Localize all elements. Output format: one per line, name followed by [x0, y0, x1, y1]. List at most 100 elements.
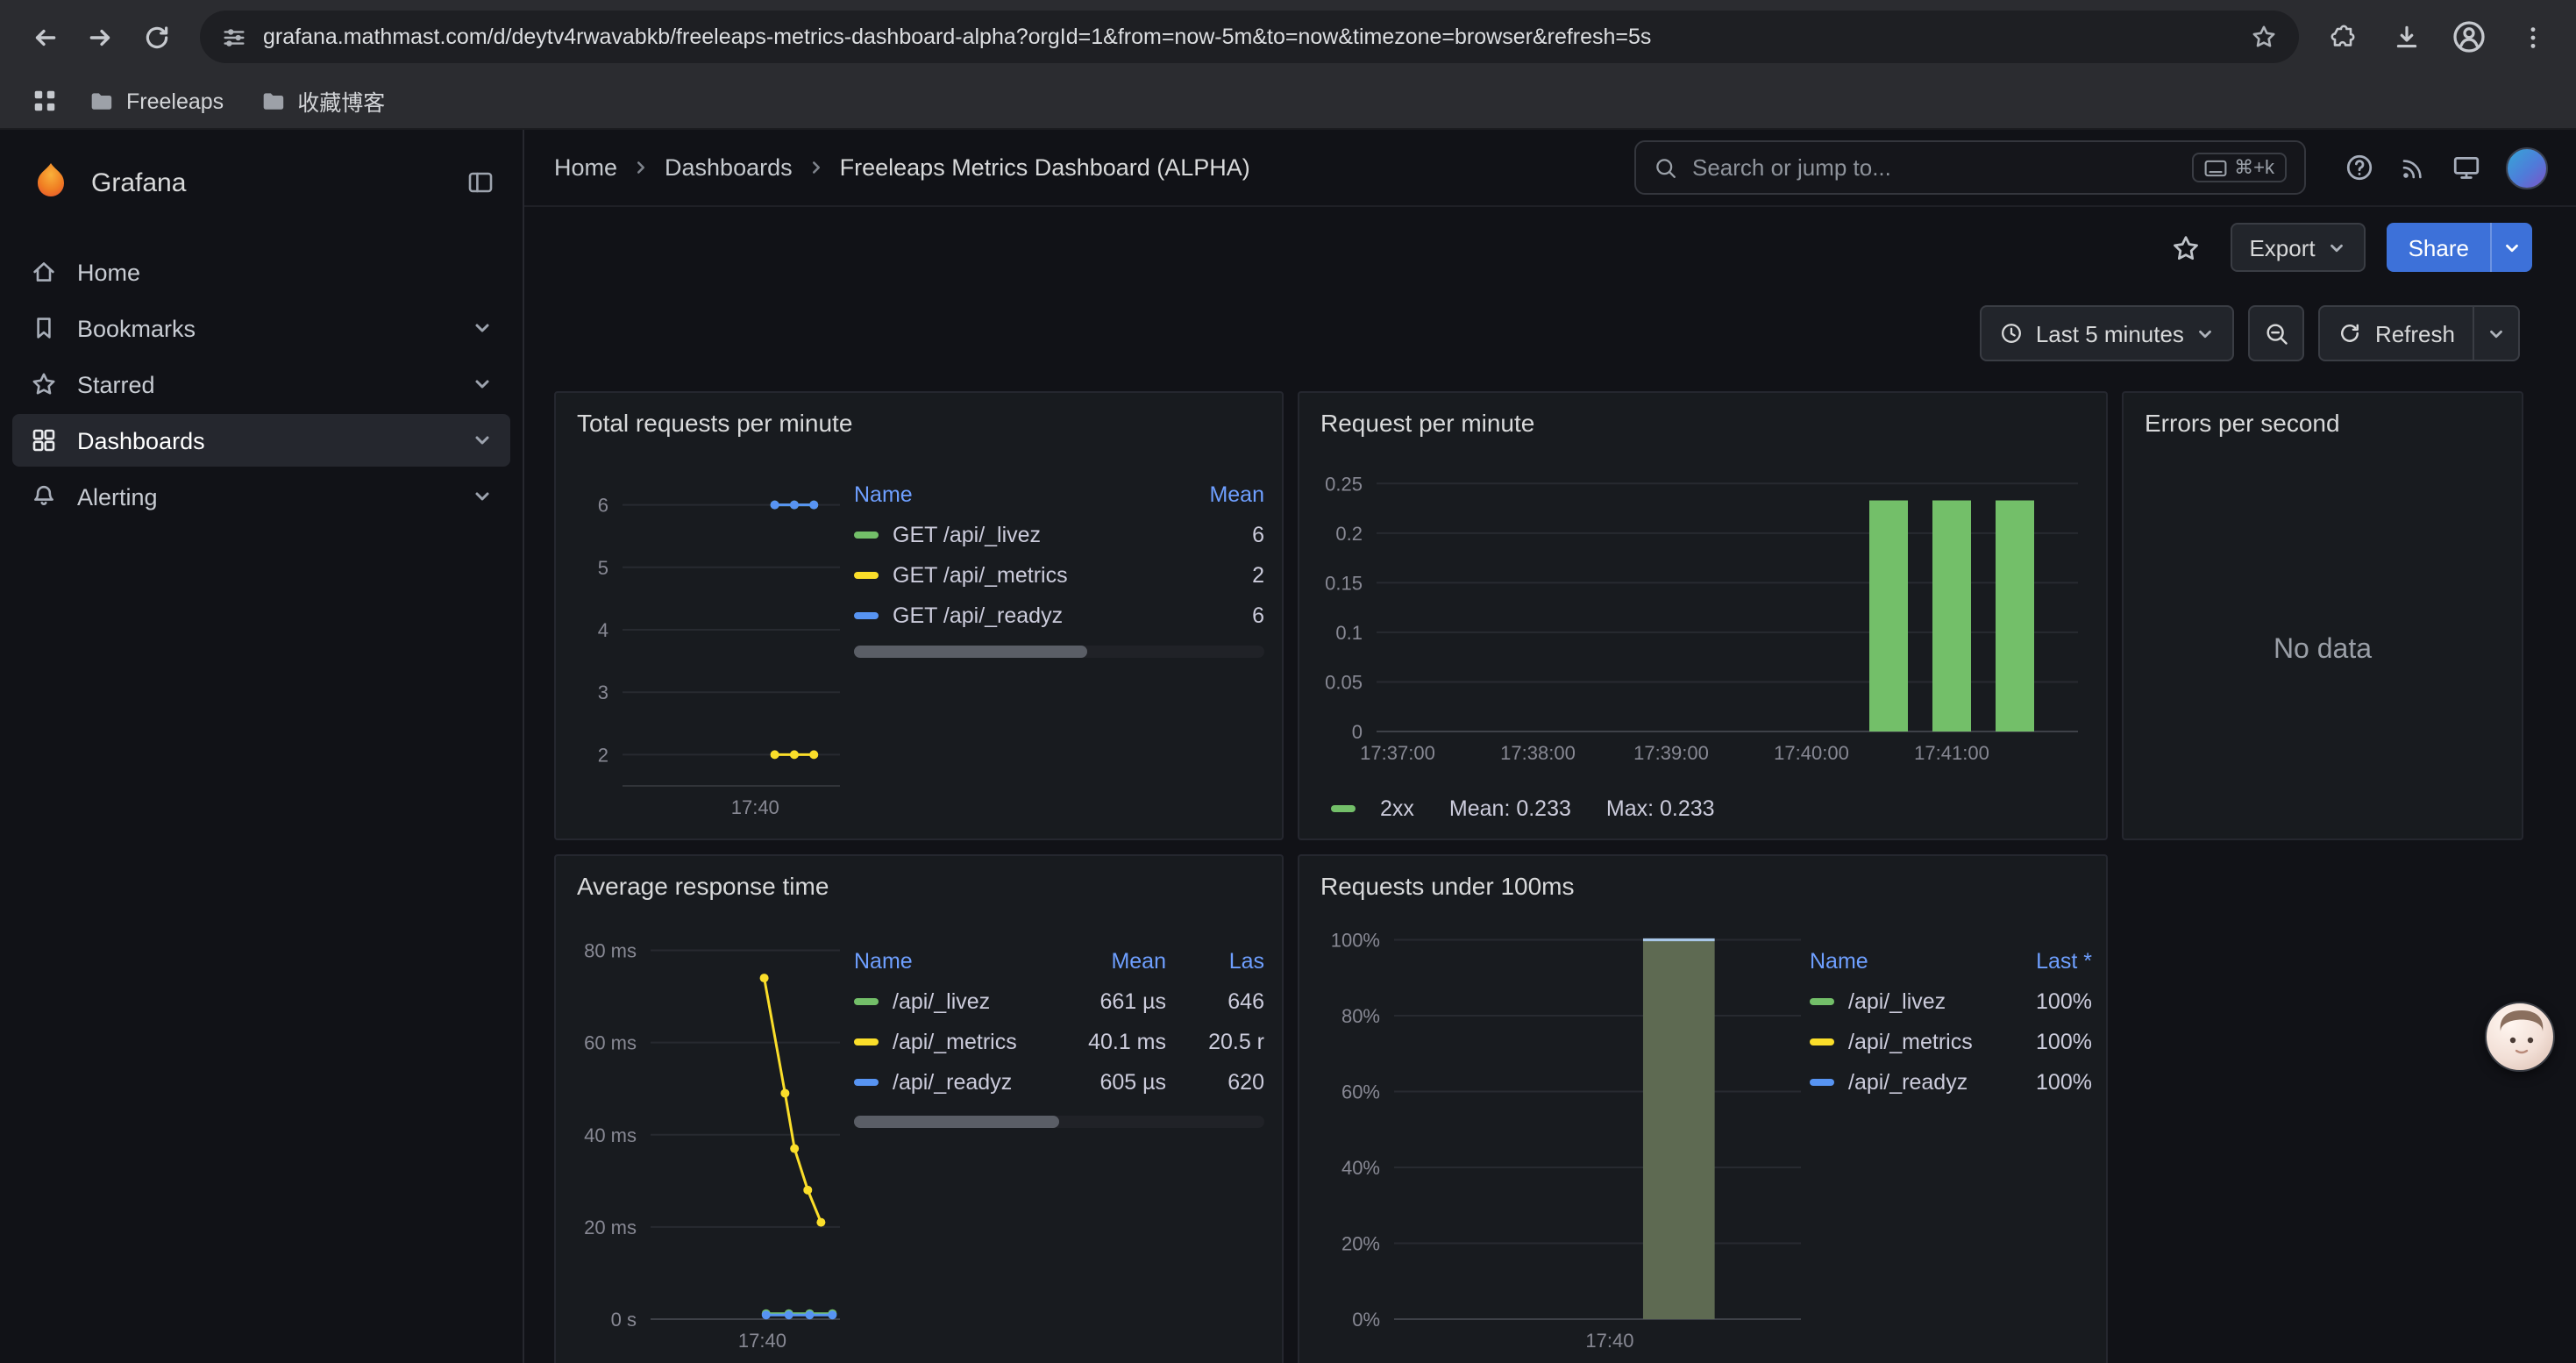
export-button[interactable]: Export [2230, 223, 2366, 272]
panel-title[interactable]: Errors per second [2145, 409, 2340, 437]
sidebar-item-home[interactable]: Home [12, 246, 510, 298]
legend-column-header[interactable]: Mean [1166, 482, 1264, 506]
legend-row[interactable]: GET /api/_readyz6 [854, 595, 1264, 635]
zoom-out-button[interactable] [2249, 305, 2305, 361]
legend-row[interactable]: GET /api/_metrics2 [854, 554, 1264, 595]
legend-column-header[interactable]: Las [1166, 948, 1264, 973]
legend-row[interactable]: /api/_livez100% [1810, 981, 2092, 1021]
legend-series-name[interactable]: GET /api/_livez [854, 522, 1166, 546]
legend-series-name[interactable]: /api/_livez [1810, 988, 1994, 1013]
search-box[interactable]: ⌘+k [1634, 140, 2306, 195]
sidebar-item-label: Alerting [77, 483, 158, 510]
legend-scrollbar[interactable] [854, 646, 1264, 658]
sidebar-item-dashboards[interactable]: Dashboards [12, 414, 510, 467]
panel-title[interactable]: Request per minute [1320, 409, 1534, 437]
legend-row[interactable]: /api/_metrics40.1 ms20.5 r [854, 1021, 1264, 1061]
sidebar-item-starred[interactable]: Starred [12, 358, 510, 410]
breadcrumb: Home Dashboards Freeleaps Metrics Dashbo… [554, 154, 1250, 181]
scrollbar-thumb[interactable] [854, 646, 1088, 658]
legend-scrollbar[interactable] [854, 1116, 1264, 1128]
legend-series-name[interactable]: GET /api/_metrics [854, 562, 1166, 587]
profile-avatar-icon[interactable] [2443, 11, 2495, 63]
time-range-picker[interactable]: Last 5 minutes [1980, 305, 2235, 361]
rss-icon[interactable] [2399, 153, 2427, 182]
help-icon[interactable] [2345, 153, 2374, 182]
chart-canvas-total-requests[interactable]: 6543217:40 [573, 460, 854, 842]
legend-row[interactable]: GET /api/_livez6 [854, 514, 1264, 554]
refresh-button-group[interactable]: Refresh [2319, 305, 2520, 361]
search-input[interactable] [1692, 154, 2178, 181]
chart-canvas-requests-per-minute[interactable]: 0.250.20.150.10.05017:37:0017:38:0017:39… [1313, 460, 2096, 782]
apps-grid-icon[interactable] [21, 78, 67, 124]
floating-assistant-avatar[interactable] [2485, 1002, 2555, 1072]
legend-value: 661 µs [1068, 988, 1166, 1013]
svg-text:17:39:00: 17:39:00 [1633, 742, 1709, 764]
legend-row[interactable]: /api/_readyz100% [1810, 1061, 2092, 1102]
legend-series-name[interactable]: /api/_readyz [854, 1069, 1068, 1094]
grafana-sidebar: Grafana Home Bookmarks [0, 130, 524, 1363]
share-button[interactable]: Share [2387, 223, 2490, 272]
share-menu-chevron-icon[interactable] [2490, 223, 2532, 272]
svg-text:17:40:00: 17:40:00 [1774, 742, 1849, 764]
legend-header-row: NameMeanLas [854, 940, 1264, 981]
chevron-down-icon[interactable] [472, 430, 493, 451]
panel-average-response-time: Average response time 80 ms60 ms40 ms20 … [554, 854, 1284, 1363]
legend-series-name[interactable]: /api/_metrics [854, 1029, 1068, 1053]
sidebar-item-alerting[interactable]: Alerting [12, 470, 510, 523]
monitor-icon[interactable] [2451, 153, 2481, 182]
sidebar-item-bookmarks[interactable]: Bookmarks [12, 302, 510, 354]
reload-icon[interactable] [130, 11, 182, 63]
favorite-star-icon[interactable] [2163, 225, 2209, 270]
bookmark-folder-freeleaps[interactable]: Freeleaps [74, 81, 238, 121]
legend-row[interactable]: /api/_metrics100% [1810, 1021, 2092, 1061]
site-settings-icon[interactable] [221, 24, 247, 50]
legend-2xx[interactable]: 2xx Mean: 0.233 Max: 0.233 [1331, 796, 1715, 821]
legend-value: 6 [1166, 603, 1264, 627]
chevron-down-icon[interactable] [472, 486, 493, 507]
legend-column-header[interactable]: Name [854, 482, 1166, 506]
legend-series-name[interactable]: /api/_livez [854, 988, 1068, 1013]
bookmark-folder-blog[interactable]: 收藏博客 [245, 77, 399, 125]
series-swatch [854, 997, 879, 1004]
svg-text:0.1: 0.1 [1335, 622, 1363, 644]
forward-icon[interactable] [74, 11, 126, 63]
legend-column-header[interactable]: Name [854, 948, 1068, 973]
panel-title[interactable]: Average response time [577, 872, 829, 900]
chart-canvas-requests-under-100ms[interactable]: 100%80%60%40%20%0%17:40 [1313, 923, 1811, 1363]
back-icon[interactable] [18, 11, 70, 63]
downloads-icon[interactable] [2380, 11, 2432, 63]
chevron-down-icon[interactable] [472, 318, 493, 339]
legend-value: 100% [1994, 1029, 2092, 1053]
refresh-interval-chevron-icon[interactable] [2473, 307, 2518, 360]
app-header: Home Dashboards Freeleaps Metrics Dashbo… [524, 130, 2576, 207]
breadcrumb-dashboards[interactable]: Dashboards [665, 154, 793, 181]
legend-series-name[interactable]: /api/_readyz [1810, 1069, 1994, 1094]
legend-column-header[interactable]: Name [1810, 948, 1994, 973]
dashboard-controls: Last 5 minutes Refresh [1980, 305, 2520, 361]
url-bar[interactable]: grafana.mathmast.com/d/deytv4rwavabkb/fr… [200, 11, 2299, 63]
user-avatar[interactable] [2506, 146, 2548, 189]
browser-action-icons [2316, 11, 2558, 63]
legend-series-name[interactable]: /api/_metrics [1810, 1029, 1994, 1053]
grafana-logo[interactable] [28, 160, 74, 205]
svg-text:40 ms: 40 ms [584, 1124, 637, 1146]
legend-row[interactable]: /api/_readyz605 µs620 [854, 1061, 1264, 1102]
svg-text:60%: 60% [1341, 1081, 1380, 1103]
legend-column-header[interactable]: Last * [1994, 948, 2092, 973]
panel-title[interactable]: Total requests per minute [577, 409, 852, 437]
browser-menu-icon[interactable] [2506, 11, 2558, 63]
scrollbar-thumb[interactable] [854, 1116, 1059, 1128]
chevron-down-icon[interactable] [472, 374, 493, 395]
svg-text:0.05: 0.05 [1325, 671, 1363, 693]
sidebar-toggle-icon[interactable] [466, 168, 495, 196]
legend-row[interactable]: /api/_livez661 µs646 [854, 981, 1264, 1021]
svg-text:0.2: 0.2 [1335, 523, 1363, 545]
extensions-icon[interactable] [2316, 11, 2369, 63]
legend-column-header[interactable]: Mean [1068, 948, 1166, 973]
refresh-button[interactable]: Refresh [2321, 320, 2473, 346]
chart-canvas-avg-response-time[interactable]: 80 ms60 ms40 ms20 ms0 s17:40 [573, 923, 854, 1363]
bookmark-star-icon[interactable] [2250, 23, 2278, 51]
breadcrumb-home[interactable]: Home [554, 154, 617, 181]
legend-series-name[interactable]: GET /api/_readyz [854, 603, 1166, 627]
panel-title[interactable]: Requests under 100ms [1320, 872, 1575, 900]
